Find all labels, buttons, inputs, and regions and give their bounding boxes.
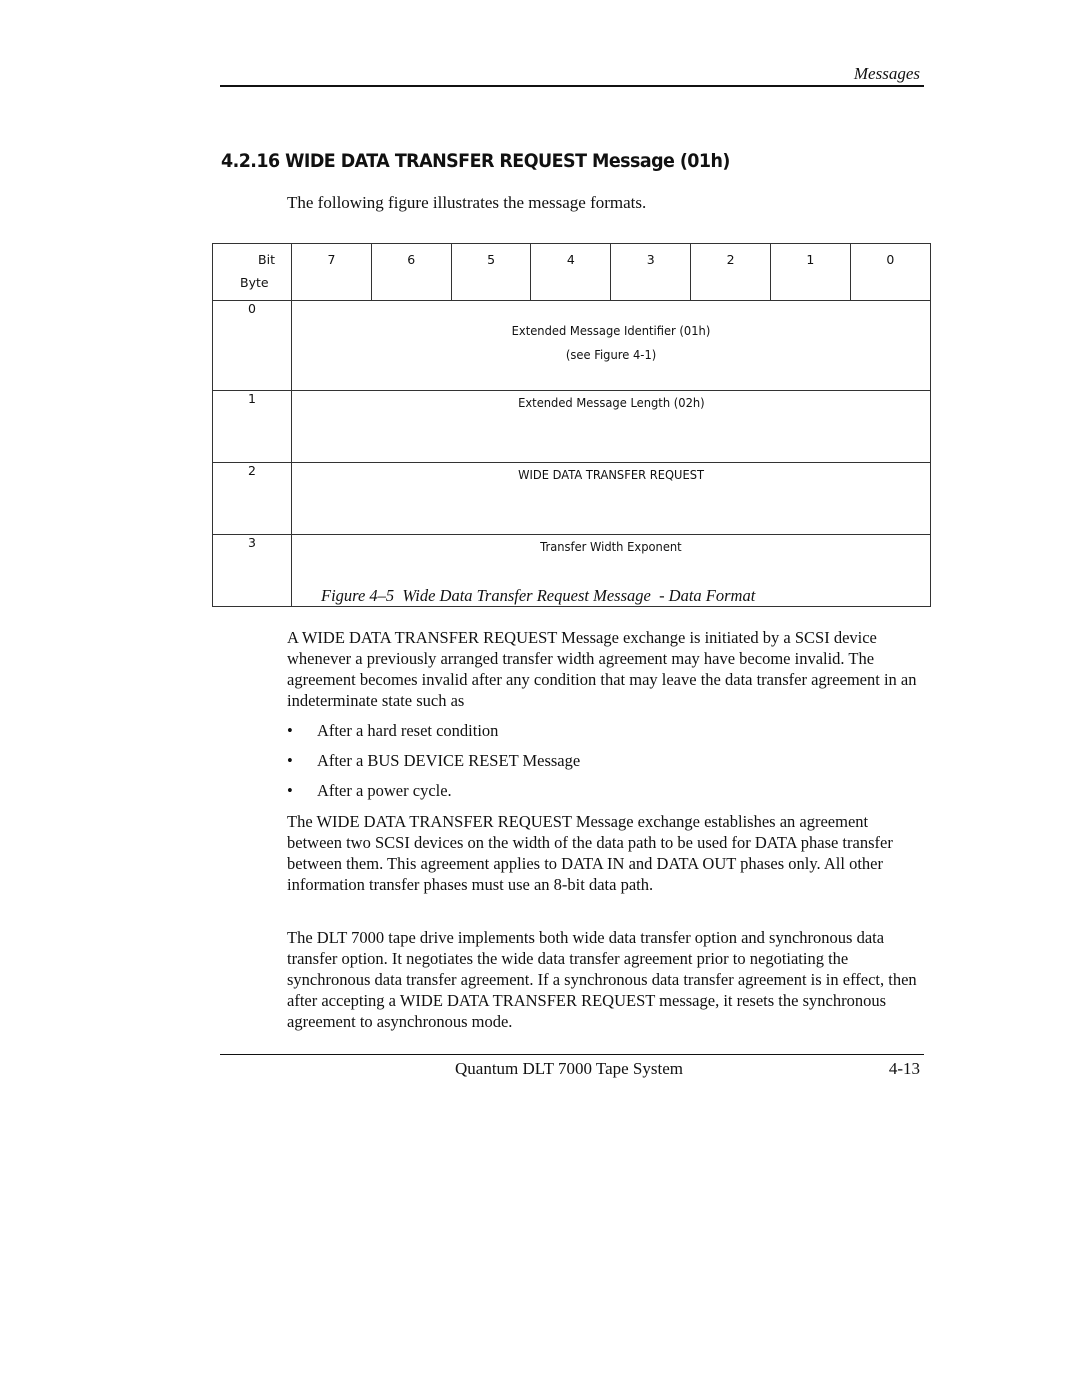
paragraph: The DLT 7000 tape drive implements both … — [287, 928, 917, 1031]
table-header-row: Bit Byte 7 6 5 4 3 2 1 0 — [212, 243, 932, 301]
bit-header: 6 — [370, 243, 452, 301]
bit-header: 0 — [849, 243, 932, 301]
list-item-text: After a power cycle. — [317, 781, 452, 800]
byte-number: 2 — [212, 462, 292, 535]
table-row: 2 WIDE DATA TRANSFER REQUEST — [212, 462, 931, 535]
paragraph: The WIDE DATA TRANSFER REQUEST Message e… — [287, 812, 893, 894]
intro-text: The following figure illustrates the mes… — [287, 193, 647, 212]
field-cell: WIDE DATA TRANSFER REQUEST — [291, 462, 931, 535]
field-name: WIDE DATA TRANSFER REQUEST — [518, 467, 704, 482]
bit-header: 4 — [530, 243, 612, 301]
bullet-icon: • — [287, 721, 293, 740]
field-name: Extended Message Identifier (01h) — [511, 323, 711, 338]
bullet-icon: • — [287, 781, 293, 800]
section-title: 4.2.16 WIDE DATA TRANSFER REQUEST Messag… — [221, 150, 730, 172]
running-header: Messages — [853, 64, 920, 83]
byte-number: 1 — [212, 390, 292, 463]
bit-header: 3 — [610, 243, 692, 301]
byte-label: Byte — [240, 275, 269, 290]
bit-header: 2 — [690, 243, 771, 301]
footer-rule — [220, 1054, 924, 1055]
list-item-text: After a BUS DEVICE RESET Message — [317, 751, 581, 770]
bit-header: 1 — [769, 243, 851, 301]
corner-cell: Bit Byte — [212, 243, 292, 301]
byte-number: 3 — [212, 534, 292, 607]
bullet-icon: • — [287, 751, 293, 770]
header-rule — [220, 85, 924, 87]
bit-header: 7 — [291, 243, 372, 301]
field-name: Extended Message Length (02h) — [517, 395, 705, 410]
footer-title: Quantum DLT 7000 Tape System — [455, 1059, 683, 1078]
paragraph: A WIDE DATA TRANSFER REQUEST Message exc… — [287, 628, 917, 710]
bit-label: Bit — [258, 252, 275, 267]
table-row: 0 Extended Message Identifier (01h) (see… — [212, 300, 931, 391]
message-format-table: Bit Byte 7 6 5 4 3 2 1 0 0 Extended Mess… — [212, 243, 932, 607]
table-row: 1 Extended Message Length (02h) — [212, 390, 931, 463]
byte-number: 0 — [212, 300, 292, 391]
field-name: Transfer Width Exponent — [540, 539, 682, 554]
field-cell: Extended Message Identifier (01h) (see F… — [291, 300, 931, 391]
page-number: 4-13 — [888, 1059, 920, 1078]
bit-header: 5 — [450, 243, 532, 301]
figure-caption: Figure 4–5 Wide Data Transfer Request Me… — [321, 586, 756, 605]
field-note: (see Figure 4-1) — [565, 347, 657, 362]
list-item-text: After a hard reset condition — [317, 721, 499, 740]
field-cell: Extended Message Length (02h) — [291, 390, 931, 463]
